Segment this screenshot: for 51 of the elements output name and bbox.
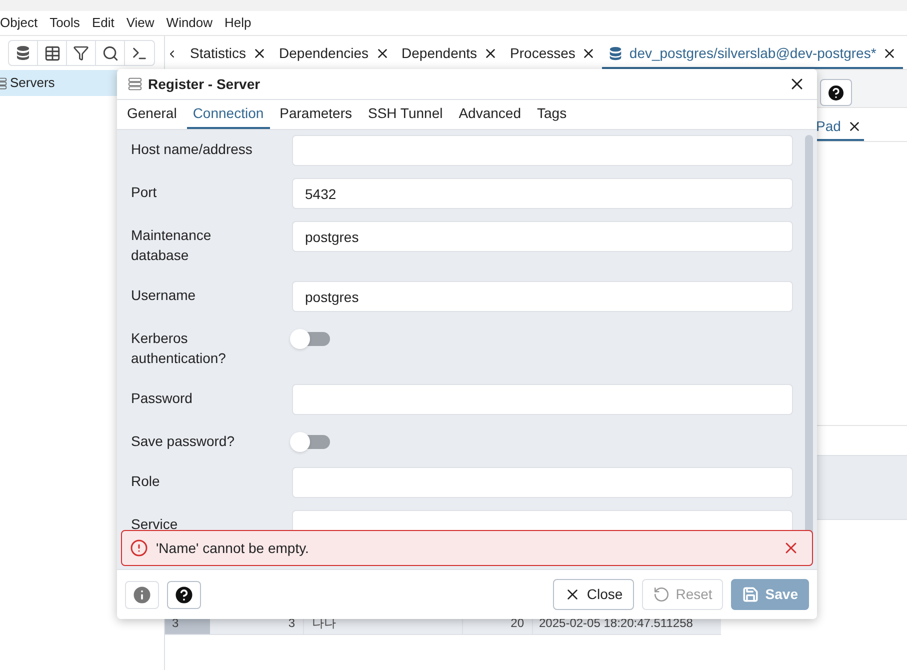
text-field[interactable]: postgres [292, 221, 793, 252]
close-button[interactable]: Close [552, 579, 634, 610]
tab[interactable]: Advanced [452, 100, 527, 129]
menu-item[interactable]: View [126, 13, 154, 33]
field-label: Kerberos authentication? [131, 329, 227, 368]
database-icon [15, 45, 31, 61]
menu-item[interactable]: Help [224, 13, 252, 33]
text-field[interactable] [292, 467, 793, 498]
save-icon [742, 586, 760, 603]
tab[interactable]: Dependents [396, 39, 504, 69]
text-field[interactable] [292, 135, 793, 166]
tab[interactable]: Tags [531, 100, 573, 129]
menu-item[interactable]: Window [166, 13, 213, 33]
tab[interactable]: SSH Tunnel [362, 100, 449, 129]
toggle-switch[interactable] [292, 332, 330, 346]
toggle-switch[interactable] [292, 435, 330, 449]
help-icon [826, 82, 846, 102]
text-field[interactable]: postgres [292, 281, 793, 312]
help-button[interactable] [167, 580, 201, 608]
field-label: Service [131, 515, 179, 534]
table-icon [44, 44, 60, 62]
menu-item[interactable]: Edit [92, 13, 114, 33]
search-icon [102, 44, 118, 62]
dialog-title: Register - Server [148, 74, 262, 94]
info-button[interactable] [125, 580, 159, 608]
tab[interactable]: Statistics [184, 39, 274, 69]
reset-icon [652, 586, 670, 603]
help-button[interactable] [820, 79, 852, 106]
tab[interactable]: Parameters [274, 100, 358, 129]
text-field[interactable]: 5432 [292, 178, 793, 209]
menu-item[interactable]: Tools [50, 13, 80, 33]
field-label: Port [131, 183, 158, 202]
help-icon [173, 584, 195, 606]
info-icon [131, 584, 153, 606]
menu-item[interactable]: Object [0, 13, 38, 33]
field-label: Password [131, 389, 194, 408]
field-label: Host name/address [131, 140, 254, 159]
tab[interactable]: Dependencies [273, 39, 396, 69]
warning-icon [130, 539, 148, 557]
error-message: 'Name' cannot be empty. [156, 538, 310, 558]
field-label: Role [131, 472, 161, 491]
field-label: Maintenance database [131, 226, 212, 265]
field-label: Username [131, 286, 197, 305]
text-field[interactable] [292, 384, 793, 415]
tab[interactable]: General [121, 100, 183, 129]
filter-table-icon [73, 45, 89, 61]
table-cell-text: 3 [287, 615, 296, 632]
tab[interactable]: Processes [504, 39, 602, 69]
field-label: Save password? [131, 432, 236, 451]
database-icon [608, 46, 624, 60]
server-icon [128, 77, 142, 91]
